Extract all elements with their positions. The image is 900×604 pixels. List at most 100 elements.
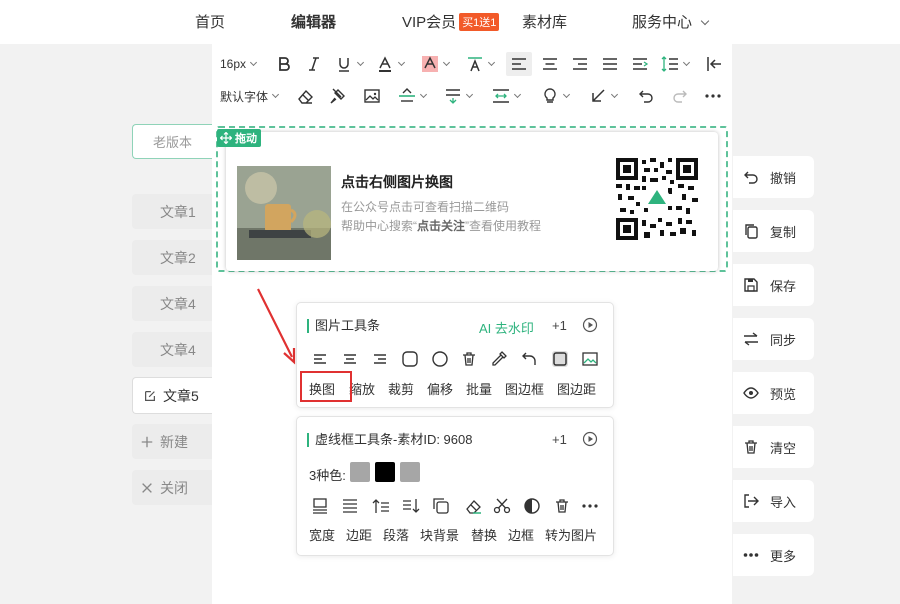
close-article-button[interactable]: 关闭: [132, 470, 212, 505]
format-painter-button[interactable]: [329, 84, 347, 108]
exit-button[interactable]: [705, 52, 723, 76]
italic-button[interactable]: [305, 52, 323, 76]
paragraph-down-icon[interactable]: [402, 497, 420, 515]
save-side-button[interactable]: 保存: [733, 264, 814, 306]
color-swatch-3[interactable]: [400, 462, 420, 482]
article-tab-3[interactable]: 文章4: [132, 286, 212, 321]
article-tab-5-active[interactable]: 文章5: [132, 377, 212, 414]
drag-handle[interactable]: 拖动: [217, 129, 261, 147]
indent-button[interactable]: [631, 52, 649, 76]
import-side-button[interactable]: 导入: [733, 480, 814, 522]
clear-side-button[interactable]: 清空: [733, 426, 814, 468]
play-tutorial-icon[interactable]: [582, 317, 598, 333]
font-color-button[interactable]: [376, 52, 406, 76]
offset-image-button[interactable]: 偏移: [427, 379, 453, 398]
insert-image-button[interactable]: [363, 84, 381, 108]
image-icon[interactable]: [581, 350, 599, 368]
indent-icon: [633, 58, 649, 70]
crop-image-button[interactable]: 裁剪: [388, 379, 414, 398]
article-tab-2[interactable]: 文章2: [132, 240, 212, 275]
color-swatch-2[interactable]: [375, 462, 395, 482]
undo-button[interactable]: [637, 84, 655, 108]
font-size-select[interactable]: 16px: [220, 52, 258, 76]
preview-side-button[interactable]: 预览: [733, 372, 814, 414]
justify-button[interactable]: [601, 52, 619, 76]
article-tab-4[interactable]: 文章4: [132, 332, 212, 367]
frame-replace-button[interactable]: 替换: [471, 525, 497, 544]
image-shadow-icon[interactable]: [551, 350, 569, 368]
page-margin-button[interactable]: [492, 84, 522, 108]
eraser-icon: [298, 89, 313, 104]
letter-spacing-button[interactable]: [466, 52, 496, 76]
scale-image-button[interactable]: 缩放: [349, 379, 375, 398]
rounded-square-icon[interactable]: [401, 350, 419, 368]
old-version-button[interactable]: 老版本: [132, 124, 212, 159]
eraser-icon[interactable]: [464, 497, 482, 515]
align-left-icon[interactable]: [311, 350, 329, 368]
convert-to-image-button[interactable]: 转为图片: [545, 525, 597, 544]
divider-line-button[interactable]: [398, 84, 428, 108]
align-center-button[interactable]: [541, 52, 559, 76]
frame-paragraph-button[interactable]: 段落: [383, 525, 409, 544]
play-tutorial-icon[interactable]: [582, 431, 598, 447]
clear-format-button[interactable]: [296, 84, 314, 108]
qr-code-image[interactable]: [616, 158, 698, 240]
font-family-select[interactable]: 默认字体: [220, 84, 280, 108]
undo-side-button[interactable]: 撤销: [733, 156, 814, 198]
nav-assets[interactable]: 素材库: [522, 11, 567, 32]
underline-button[interactable]: [335, 52, 365, 76]
trash-icon[interactable]: [460, 350, 478, 368]
paragraph-spacing-button[interactable]: [444, 84, 474, 108]
new-article-button[interactable]: 新建: [132, 424, 212, 459]
color-swatch-1[interactable]: [350, 462, 370, 482]
image-toolbar-plus-one[interactable]: +1: [552, 318, 567, 333]
follow-card[interactable]: 点击右侧图片换图 在公众号点击可查看扫描二维码 帮助中心搜索“点击关注”查看使用…: [226, 132, 718, 271]
more-options-button[interactable]: [704, 84, 722, 108]
margin-icon[interactable]: [341, 497, 359, 515]
more-side-button[interactable]: 更多: [733, 534, 814, 576]
sync-side-button[interactable]: 同步: [733, 318, 814, 360]
width-icon[interactable]: [311, 497, 329, 515]
frame-toolbar-plus-one[interactable]: +1: [552, 432, 567, 447]
more-dots-icon[interactable]: [581, 497, 599, 515]
photo-placeholder: [237, 166, 331, 260]
block-background-button[interactable]: 块背景: [420, 525, 459, 544]
trash-icon[interactable]: [553, 497, 571, 515]
bold-button[interactable]: [275, 52, 293, 76]
card-description-1: 在公众号点击可查看扫描二维码: [341, 200, 510, 214]
highlight-color-button[interactable]: [421, 52, 451, 76]
new-article-label: 新建: [160, 433, 188, 450]
line-height-button[interactable]: [661, 52, 691, 76]
frame-border-button[interactable]: 边框: [508, 525, 534, 544]
image-border-button[interactable]: 图边框: [505, 379, 544, 398]
restore-icon[interactable]: [521, 350, 539, 368]
ai-assistant-button[interactable]: [541, 84, 571, 108]
top-nav: 首页 编辑器 VIP会员 买1送1 素材库 服务中心: [0, 0, 900, 44]
align-right-icon[interactable]: [371, 350, 389, 368]
copy-side-button[interactable]: 复制: [733, 210, 814, 252]
align-center-icon[interactable]: [341, 350, 359, 368]
frame-width-button[interactable]: 宽度: [309, 525, 335, 544]
contrast-icon[interactable]: [523, 497, 541, 515]
arrow-insert-button[interactable]: [589, 84, 619, 108]
nav-editor[interactable]: 编辑器: [291, 11, 336, 32]
nav-home[interactable]: 首页: [195, 11, 225, 32]
image-toolbar-title: 图片工具条: [307, 319, 380, 333]
align-left-button[interactable]: [506, 52, 532, 76]
ai-remove-watermark-button[interactable]: AI 去水印: [479, 318, 534, 337]
paragraph-up-icon[interactable]: [372, 497, 390, 515]
frame-margin-button[interactable]: 边距: [346, 525, 372, 544]
edit-icon: [145, 390, 155, 401]
nav-service[interactable]: 服务中心: [632, 11, 710, 32]
redo-button[interactable]: [671, 84, 689, 108]
block-background-icon[interactable]: [432, 497, 450, 515]
circle-crop-icon[interactable]: [431, 350, 449, 368]
scissors-icon[interactable]: [493, 497, 511, 515]
card-image[interactable]: [237, 166, 331, 260]
nav-vip[interactable]: VIP会员 买1送1: [402, 11, 500, 32]
image-margin-button[interactable]: 图边距: [557, 379, 596, 398]
batch-image-button[interactable]: 批量: [466, 379, 492, 398]
article-tab-1[interactable]: 文章1: [132, 194, 212, 229]
eyedropper-icon[interactable]: [490, 350, 508, 368]
align-right-button[interactable]: [571, 52, 589, 76]
